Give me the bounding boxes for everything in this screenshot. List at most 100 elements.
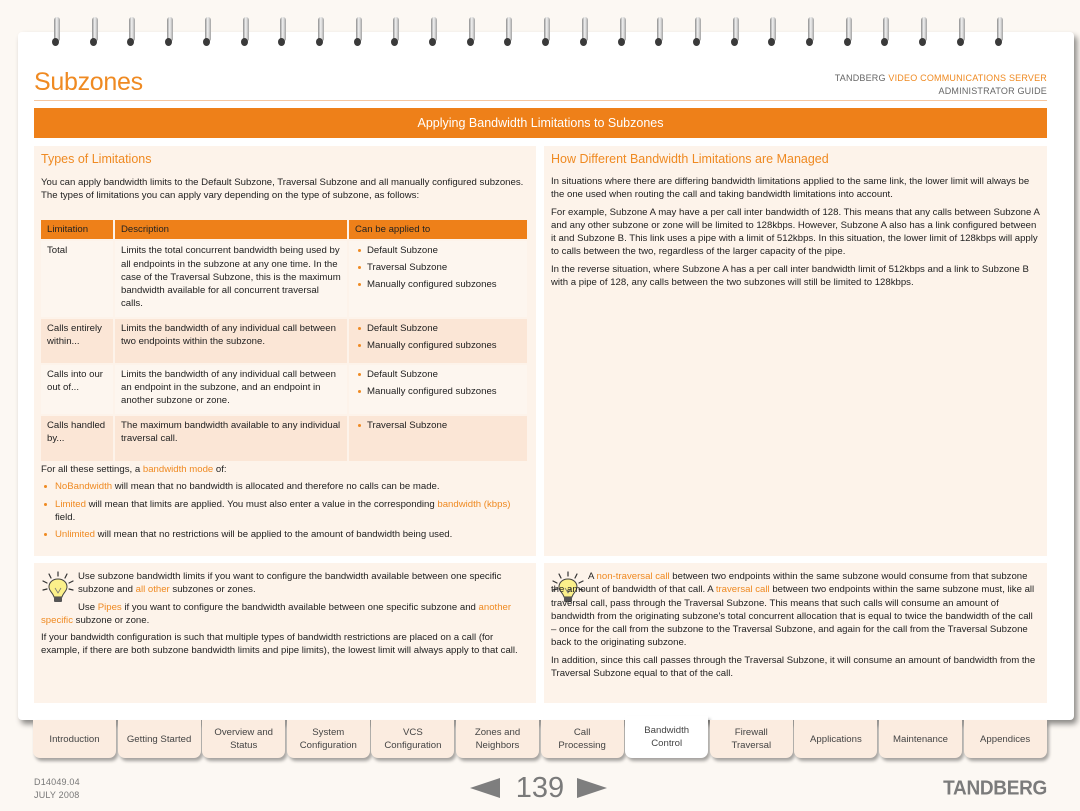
tab-bandwidth-control[interactable]: Bandwidth Control — [625, 716, 709, 758]
tab-vcs-configuration[interactable]: VCS Configuration — [371, 720, 455, 758]
tab-label-line: Control — [651, 738, 683, 749]
tab-applications[interactable]: Applications — [794, 720, 878, 758]
tab-label: Bandwidth Control — [644, 724, 689, 750]
tab-label-line: Getting Started — [126, 733, 192, 745]
brand-header: TANDBERG VIDEO COMMUNICATIONS SERVER ADM… — [835, 72, 1047, 98]
tab-label: System Configuration — [300, 726, 357, 752]
page-title: Subzones — [34, 68, 143, 96]
all-other-link[interactable]: all other — [136, 584, 170, 595]
tab-label: VCS Configuration — [384, 726, 441, 752]
applies-to-item: Default Subzone — [355, 244, 521, 257]
modes-intro-text-end: of: — [213, 464, 227, 475]
bandwidth-mode-link[interactable]: bandwidth mode — [143, 464, 213, 475]
tip-box-traversal-calls: A non-traversal call between two endpoin… — [544, 563, 1047, 703]
binder-ring-icon — [127, 17, 137, 47]
binder-ring-icon — [353, 17, 364, 47]
mode-name[interactable]: Limited — [55, 499, 86, 510]
cell-applies-to: Default Subzone Manually configured subzo… — [348, 362, 527, 415]
managed-paragraph: For example, Subzone A may have a per ca… — [551, 206, 1040, 258]
tab-label-line: Introduction — [49, 733, 100, 745]
tip-paragraph: A non-traversal call between two endpoin… — [551, 570, 1040, 650]
applies-to-item: Manually configured subzones — [355, 339, 521, 352]
applies-to-list: Default Subzone Manually configured subzo… — [355, 368, 521, 398]
pipes-link[interactable]: Pipes — [98, 602, 122, 613]
managed-paragraph: In situations where there are differing … — [551, 176, 1030, 201]
binder-ring-icon — [202, 17, 213, 47]
mode-item-limited: Limited will mean that limits are applie… — [41, 498, 531, 525]
table-row: Total Limits the total concurrent bandwid… — [41, 239, 527, 318]
tab-label-line: Maintenance — [893, 733, 948, 745]
table-header-row: Limitation Description Can be applied to — [41, 220, 527, 241]
mode-description-end: field. — [55, 511, 76, 523]
tip-text: A — [588, 571, 597, 582]
tab-maintenance[interactable]: Maintenance — [879, 720, 962, 758]
binder-ring-icon — [617, 17, 628, 47]
tab-label-line: Firewall — [734, 727, 768, 738]
tab-label-line: Bandwidth — [644, 725, 690, 736]
binder-ring-icon — [956, 17, 967, 47]
applies-to-list: Default Subzone Traversal Subzone Manually… — [355, 244, 521, 291]
mode-item-unlimited: Unlimited will mean that no restrictions… — [41, 528, 531, 541]
brand-prefix: TANDBERG — [834, 73, 886, 83]
tab-introduction[interactable]: Introduction — [33, 720, 116, 758]
tab-zones-and-neighbors[interactable]: Zones and Neighbors — [456, 720, 539, 758]
modes-list: NoBandwidth will mean that no bandwidth … — [41, 480, 531, 541]
tip-text: if you want to configure the bandwidth a… — [121, 601, 479, 613]
table-row: Calls handled by... The maximum bandwidth… — [41, 413, 527, 461]
tab-appendices[interactable]: Appendices — [963, 720, 1047, 758]
cell-limitation: Total — [41, 239, 115, 318]
tab-label-line: Zones and — [474, 727, 521, 738]
applies-to-item: Manually configured subzones — [355, 278, 521, 291]
binder-ring-icon — [466, 17, 477, 47]
applies-to-item: Default Subzone — [355, 322, 521, 335]
binder-ring-icon — [994, 17, 1005, 47]
mode-item-nobandwidth: NoBandwidth will mean that no bandwidth … — [41, 480, 531, 493]
mode-name[interactable]: NoBandwidth — [55, 481, 112, 492]
applies-to-item: Default Subzone — [355, 368, 521, 381]
modes-intro: For all these settings, a bandwidth mode… — [41, 463, 531, 476]
tab-label-line: Applications — [810, 733, 862, 745]
tab-label-line: Call — [573, 727, 591, 738]
tab-label: Getting Started — [127, 733, 192, 746]
previous-page-arrow-icon[interactable] — [470, 778, 500, 798]
applies-to-item: Traversal Subzone — [355, 261, 521, 274]
binder-ring-icon — [240, 17, 251, 47]
tab-system-configuration[interactable]: System Configuration — [286, 720, 370, 758]
page-navigator: 139 — [470, 771, 610, 807]
binder-ring-icon — [165, 17, 175, 47]
binder-ring-icon — [52, 17, 62, 47]
cell-description: Limits the total concurrent bandwidth be… — [114, 239, 349, 318]
mode-name[interactable]: Unlimited — [55, 529, 95, 540]
tab-firewall-traversal[interactable]: Firewall Traversal — [709, 720, 793, 758]
next-page-arrow-icon[interactable] — [577, 778, 607, 798]
column-header-description: Description — [114, 220, 349, 241]
applies-to-item: Manually configured subzones — [355, 385, 521, 398]
brand-subtitle: ADMINISTRATOR GUIDE — [938, 86, 1047, 96]
tab-label-line: Processing — [558, 740, 606, 751]
binder-ring-icon — [429, 17, 439, 47]
cell-limitation: Calls into our out of... — [41, 362, 115, 415]
cell-applies-to: Default Subzone Manually configured subzo… — [348, 316, 527, 364]
tab-overview-and-status[interactable]: Overview and Status — [202, 720, 286, 758]
tab-getting-started[interactable]: Getting Started — [117, 720, 201, 758]
tab-label: Call Processing — [558, 726, 605, 752]
table-row: Calls entirely within... Limits the bandw… — [41, 316, 527, 364]
tab-label-line: Traversal — [731, 740, 772, 751]
bandwidth-kbps-link[interactable]: bandwidth (kbps) — [437, 499, 510, 510]
tip-box-subzone-limits: Use subzone bandwidth limits if you want… — [34, 563, 536, 703]
binder-ring-icon — [806, 17, 816, 47]
traversal-call-link[interactable]: traversal call — [716, 584, 770, 595]
cell-applies-to: Default Subzone Traversal Subzone Manually… — [348, 239, 527, 318]
applies-to-list: Traversal Subzone — [355, 419, 521, 432]
managed-paragraph: In the reverse situation, where Subzone … — [551, 263, 1029, 289]
non-traversal-call-link[interactable]: non-traversal call — [597, 571, 670, 582]
binder-ring-icon — [89, 17, 100, 47]
binder-ring-icon — [843, 17, 854, 47]
binder-ring-icon — [542, 17, 552, 47]
document-id: D14049.04 JULY 2008 — [34, 776, 80, 802]
applies-to-list: Default Subzone Manually configured subzo… — [355, 322, 521, 352]
tip-paragraph: Use subzone bandwidth limits if you want… — [41, 570, 529, 597]
bandwidth-modes: For all these settings, a bandwidth mode… — [41, 463, 531, 545]
tab-call-processing[interactable]: Call Processing — [540, 720, 624, 758]
cell-limitation: Calls handled by... — [41, 413, 115, 461]
